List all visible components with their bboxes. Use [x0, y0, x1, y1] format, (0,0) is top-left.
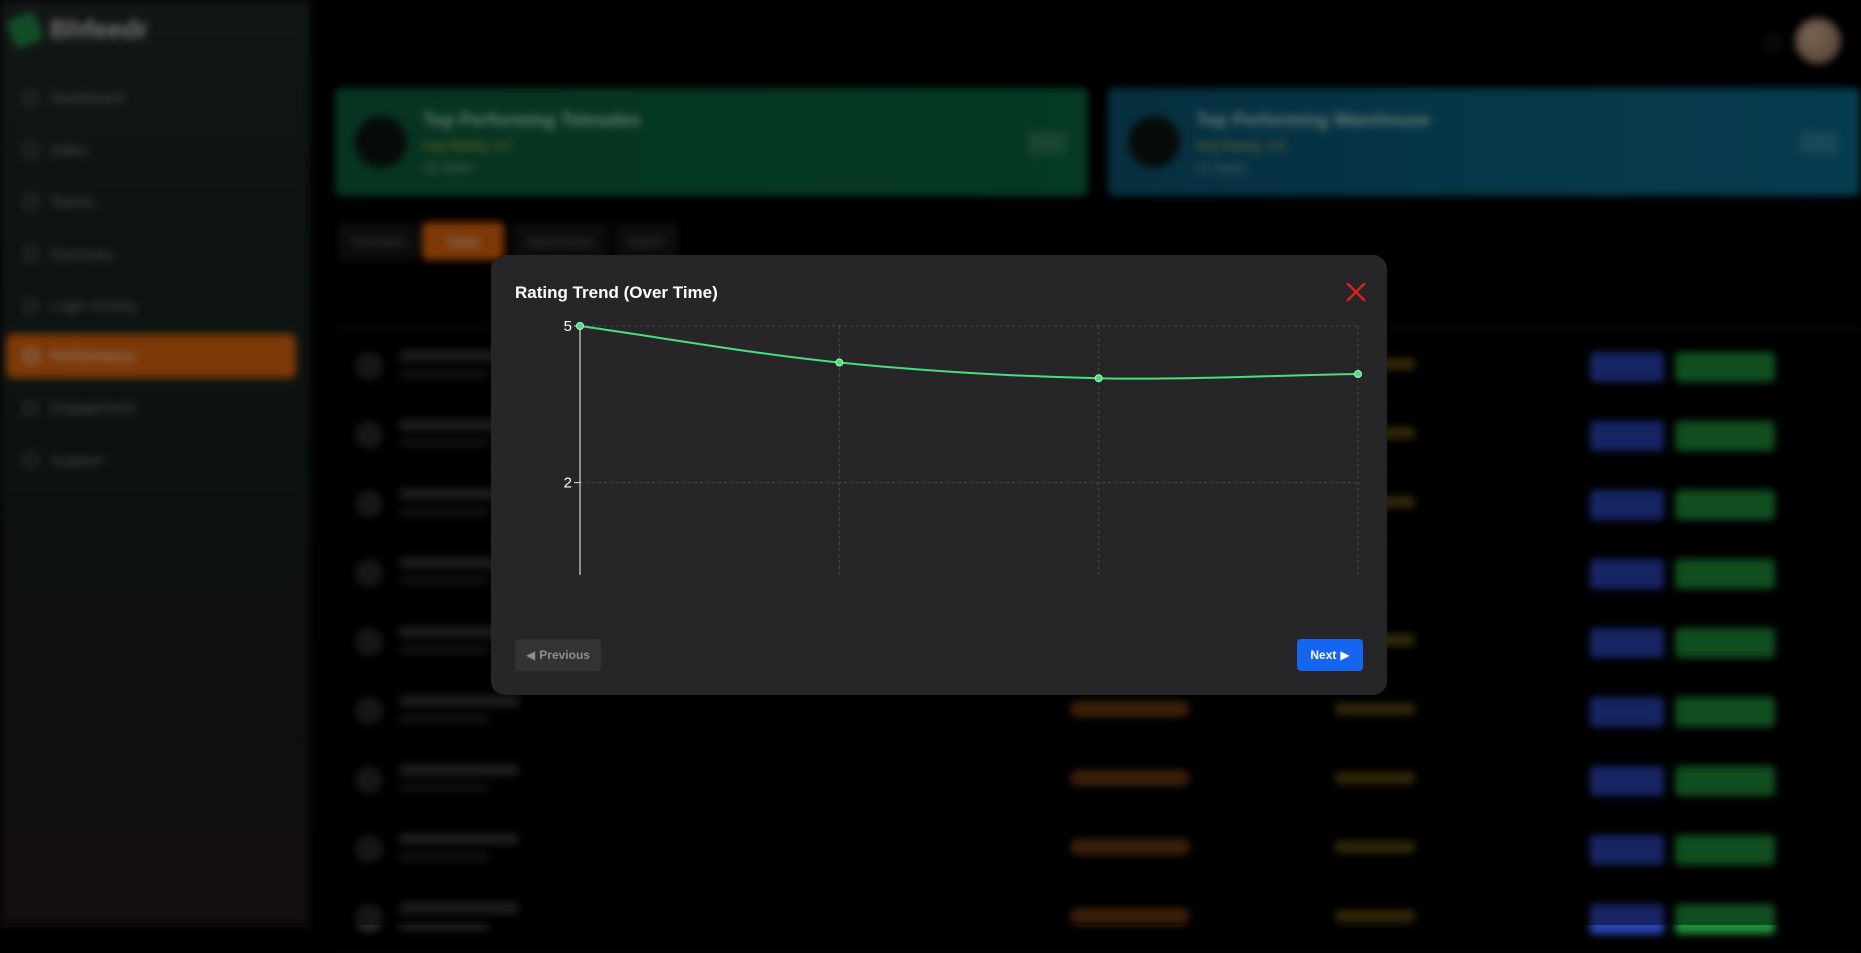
data-point — [1094, 374, 1103, 383]
data-point — [835, 358, 844, 367]
data-point — [1354, 370, 1362, 379]
series-line — [579, 325, 1359, 380]
y-tick-label: 5 — [564, 318, 572, 335]
next-label: Next — [1310, 648, 1337, 662]
rating-trend-modal: Rating Trend (Over Time) 0252025-06-0120… — [491, 255, 1387, 695]
y-tick-label: 2 — [564, 475, 572, 492]
data-point — [576, 322, 584, 330]
chevron-right-icon: ▶ — [1340, 648, 1350, 662]
chevron-left-icon: ◀ — [526, 648, 536, 662]
next-button[interactable]: Next ▶ — [1297, 639, 1363, 671]
rating-trend-chart: 0252025-06-012025-06-112025-06-142025-06… — [564, 318, 1362, 575]
previous-button[interactable]: ◀ Previous — [515, 639, 601, 671]
previous-label: Previous — [539, 648, 590, 662]
